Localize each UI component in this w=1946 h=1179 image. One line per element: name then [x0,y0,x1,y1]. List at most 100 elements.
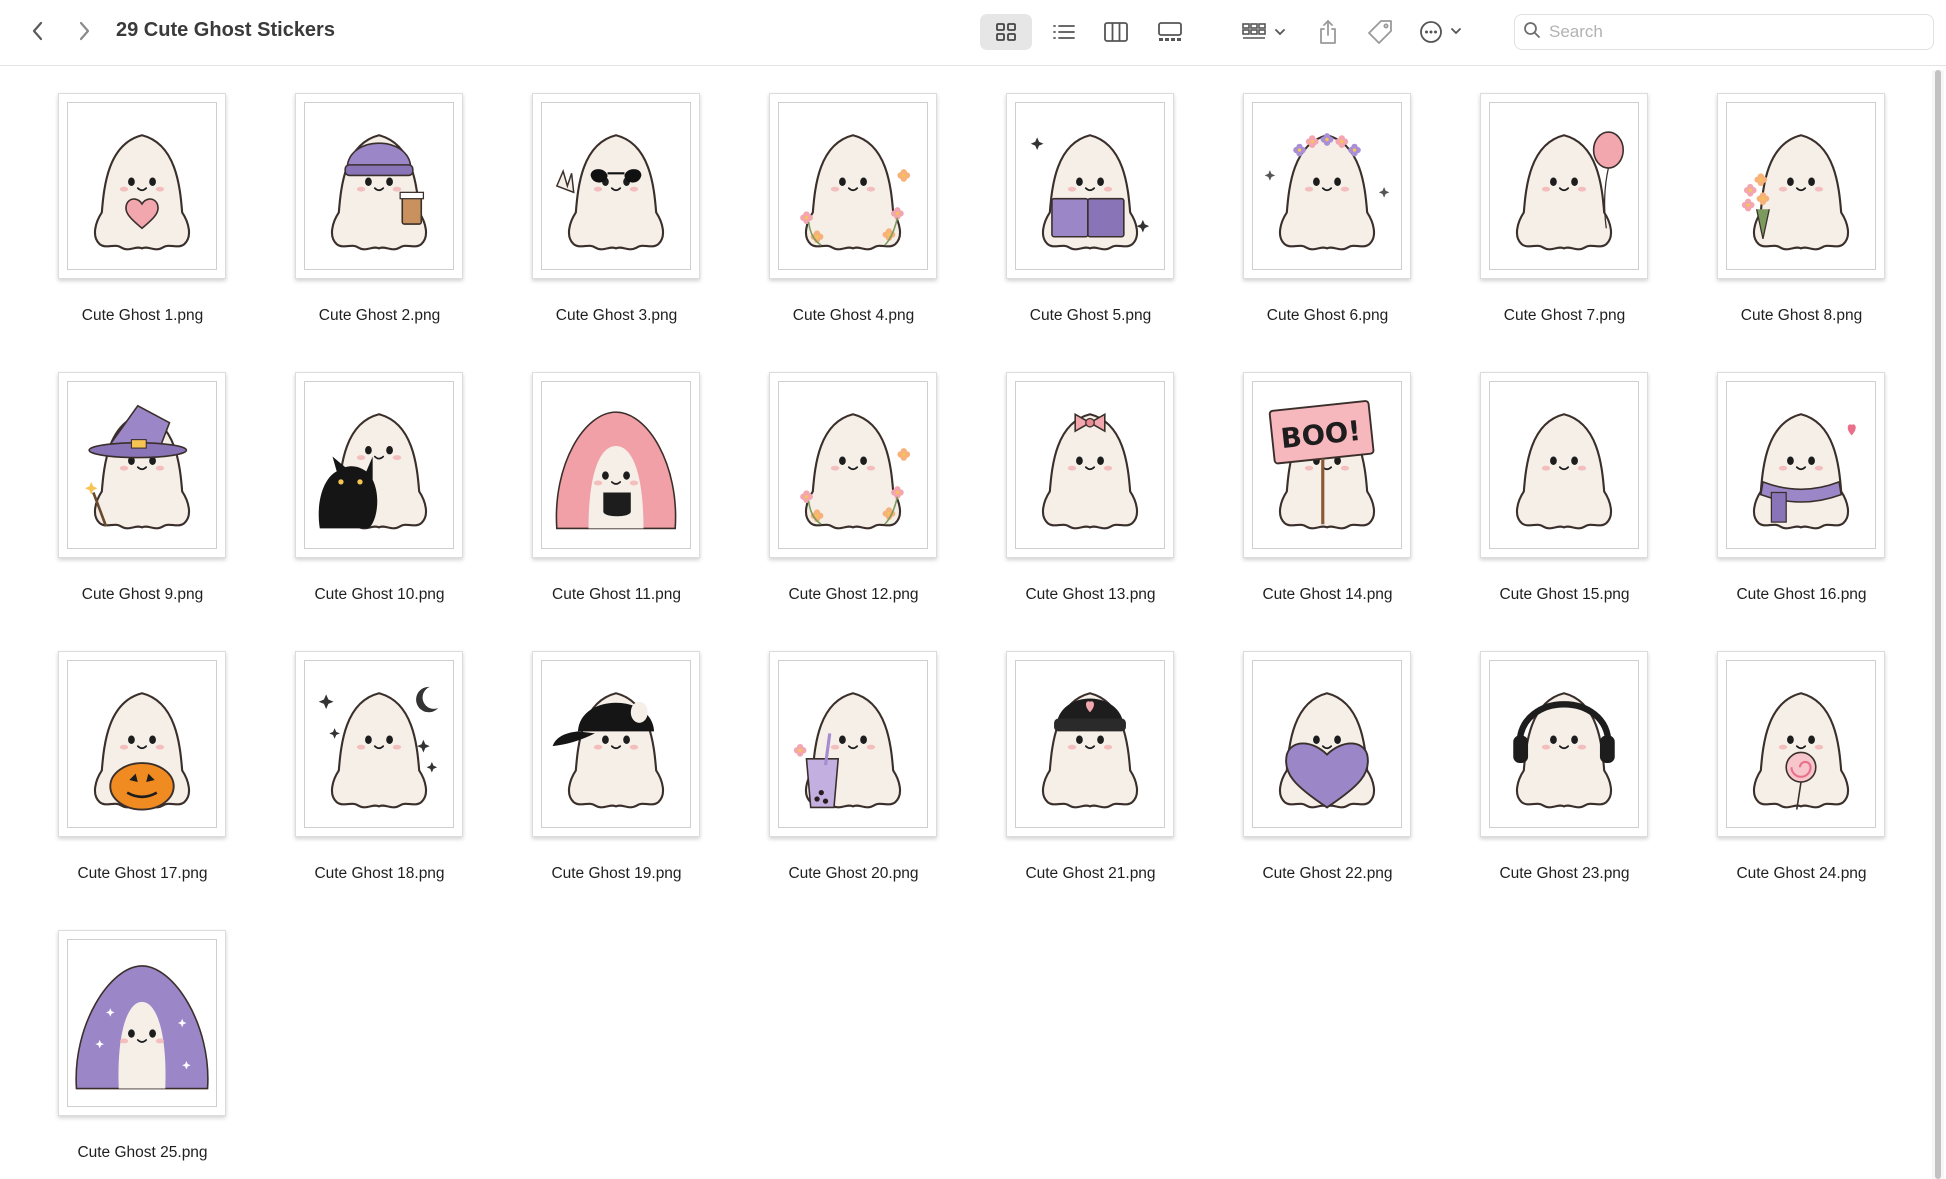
file-item[interactable]: Cute Ghost 20.png [723,625,960,882]
file-name-label[interactable]: Cute Ghost 4.png [723,307,984,325]
file-thumbnail[interactable] [769,372,937,558]
search-icon [1523,21,1541,44]
file-item[interactable]: Cute Ghost 15.png [1434,346,1671,603]
file-thumbnail[interactable] [1480,372,1648,558]
file-name-label[interactable]: Cute Ghost 22.png [1197,865,1458,883]
file-name-label[interactable]: Cute Ghost 6.png [1197,307,1458,325]
file-name-label[interactable]: Cute Ghost 13.png [960,586,1221,604]
file-name-label[interactable]: Cute Ghost 25.png [12,1144,273,1162]
share-icon[interactable] [1310,14,1346,50]
file-item[interactable]: Cute Ghost 19.png [486,625,723,882]
file-thumbnail[interactable] [769,93,937,279]
group-icon[interactable] [1236,14,1296,50]
file-item[interactable]: Cute Ghost 1.png [12,67,249,324]
file-name-label[interactable]: Cute Ghost 14.png [1197,586,1458,604]
file-item[interactable]: Cute Ghost 4.png [723,67,960,324]
file-thumbnail[interactable] [58,372,226,558]
file-thumbnail[interactable] [295,372,463,558]
file-name-label[interactable]: Cute Ghost 2.png [249,307,510,325]
file-thumbnail[interactable] [58,930,226,1116]
scrollbar-thumb[interactable] [1935,70,1941,1179]
file-thumbnail[interactable] [769,651,937,837]
icon-view-icon[interactable] [980,14,1032,50]
more-icon[interactable] [1414,14,1476,50]
file-item[interactable]: Cute Ghost 6.png [1197,67,1434,324]
file-name-label[interactable]: Cute Ghost 23.png [1434,865,1695,883]
ghost-sticker-image [778,381,928,549]
file-thumbnail[interactable] [1480,651,1648,837]
ghost-sticker-image [67,660,217,828]
file-item[interactable]: Cute Ghost 16.png [1671,346,1908,603]
ghost-sticker-image [1726,660,1876,828]
file-name-label[interactable]: Cute Ghost 16.png [1671,586,1932,604]
file-name-label[interactable]: Cute Ghost 5.png [960,307,1221,325]
ghost-sticker-image [67,102,217,270]
file-name-label[interactable]: Cute Ghost 1.png [12,307,273,325]
file-thumbnail[interactable] [1717,93,1885,279]
file-item[interactable]: Cute Ghost 25.png [12,904,249,1161]
file-thumbnail[interactable] [295,93,463,279]
finder-toolbar: 29 Cute Ghost Stickers [0,0,1946,66]
file-thumbnail[interactable] [1006,651,1174,837]
file-item[interactable]: Cute Ghost 23.png [1434,625,1671,882]
file-item[interactable]: Cute Ghost 9.png [12,346,249,603]
chevron-right-icon[interactable] [66,13,102,49]
file-thumbnail[interactable] [1717,651,1885,837]
file-item[interactable]: BOO! Cute Ghost 14.png [1197,346,1434,603]
file-thumbnail[interactable]: BOO! [1243,372,1411,558]
ghost-sticker-image [1489,381,1639,549]
file-name-label[interactable]: Cute Ghost 3.png [486,307,747,325]
file-name-label[interactable]: Cute Ghost 10.png [249,586,510,604]
file-thumbnail[interactable] [532,372,700,558]
column-view-icon[interactable] [1090,14,1142,50]
search-input[interactable] [1549,22,1929,42]
file-thumbnail[interactable] [295,651,463,837]
file-item[interactable]: Cute Ghost 11.png [486,346,723,603]
file-name-label[interactable]: Cute Ghost 17.png [12,865,273,883]
file-item[interactable]: Cute Ghost 3.png [486,67,723,324]
gallery-view-icon[interactable] [1144,14,1196,50]
file-name-label[interactable]: Cute Ghost 24.png [1671,865,1932,883]
file-item[interactable]: Cute Ghost 10.png [249,346,486,603]
search-field[interactable] [1514,14,1934,50]
file-thumbnail[interactable] [532,93,700,279]
file-item[interactable]: Cute Ghost 12.png [723,346,960,603]
file-name-label[interactable]: Cute Ghost 21.png [960,865,1221,883]
file-thumbnail[interactable] [1480,93,1648,279]
file-item[interactable]: Cute Ghost 18.png [249,625,486,882]
file-item[interactable]: Cute Ghost 22.png [1197,625,1434,882]
file-thumbnail[interactable] [58,651,226,837]
list-view-icon[interactable] [1040,14,1088,50]
file-name-label[interactable]: Cute Ghost 8.png [1671,307,1932,325]
file-item[interactable]: Cute Ghost 21.png [960,625,1197,882]
chevron-left-icon[interactable] [20,13,56,49]
file-name-label[interactable]: Cute Ghost 19.png [486,865,747,883]
file-item[interactable]: Cute Ghost 5.png [960,67,1197,324]
file-browser: Cute Ghost 1.png Cute Ghost 2.png Cute G… [0,67,1936,1179]
file-name-label[interactable]: Cute Ghost 7.png [1434,307,1695,325]
file-item[interactable]: Cute Ghost 2.png [249,67,486,324]
ghost-sticker-image [541,660,691,828]
ghost-sticker-image [304,102,454,270]
file-item[interactable]: Cute Ghost 24.png [1671,625,1908,882]
window-title: 29 Cute Ghost Stickers [116,19,335,41]
file-item[interactable]: Cute Ghost 17.png [12,625,249,882]
file-name-label[interactable]: Cute Ghost 15.png [1434,586,1695,604]
file-thumbnail[interactable] [1243,93,1411,279]
file-name-label[interactable]: Cute Ghost 9.png [12,586,273,604]
file-name-label[interactable]: Cute Ghost 12.png [723,586,984,604]
file-item[interactable]: Cute Ghost 8.png [1671,67,1908,324]
file-name-label[interactable]: Cute Ghost 11.png [486,586,747,604]
file-thumbnail[interactable] [1717,372,1885,558]
file-name-label[interactable]: Cute Ghost 18.png [249,865,510,883]
file-thumbnail[interactable] [58,93,226,279]
file-item[interactable]: Cute Ghost 13.png [960,346,1197,603]
file-thumbnail[interactable] [1243,651,1411,837]
file-item[interactable]: Cute Ghost 7.png [1434,67,1671,324]
vertical-scrollbar[interactable] [1932,70,1944,1179]
file-thumbnail[interactable] [1006,93,1174,279]
file-name-label[interactable]: Cute Ghost 20.png [723,865,984,883]
file-thumbnail[interactable] [532,651,700,837]
tag-icon[interactable] [1360,14,1400,50]
file-thumbnail[interactable] [1006,372,1174,558]
